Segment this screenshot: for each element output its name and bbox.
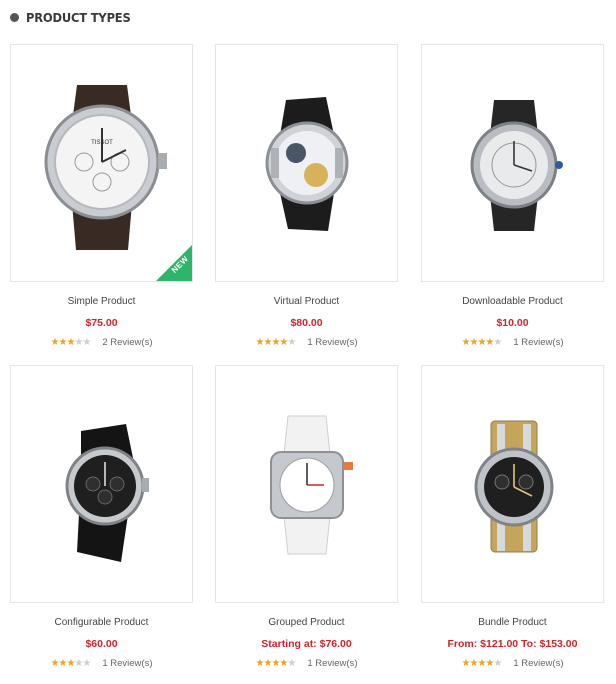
product-name[interactable]: Grouped Product [215,617,398,628]
product-card: Downloadable Product $10.00 ★ ★ ★ ★ ★ 1 Revi… [421,44,604,348]
star-icon: ★ [66,336,75,348]
star-icon: ★ [477,657,486,669]
reviews-link[interactable]: 1 Review(s) [307,658,357,669]
rating-stars: ★ ★ ★ ★ ★ [461,336,503,348]
star-icon: ★ [287,336,296,348]
product-name[interactable]: Simple Product [10,296,193,307]
star-icon: ★ [485,336,494,348]
product-rating: ★ ★ ★ ★ ★ 1 Review(s) [421,337,604,348]
star-icon: ★ [271,657,280,669]
star-icon: ★ [263,336,272,348]
star-icon: ★ [255,657,265,669]
star-icon: ★ [263,657,272,669]
star-icon: ★ [82,336,91,348]
product-price: $75.00 [85,317,118,329]
reviews-link[interactable]: 1 Review(s) [102,658,152,669]
star-icon: ★ [271,336,280,348]
star-icon: ★ [50,336,60,348]
star-icon: ★ [74,657,83,669]
svg-text:TISSOT: TISSOT [91,140,113,146]
product-card: Configurable Product $60.00 ★ ★ ★ ★ ★ 1 Revi… [10,365,193,669]
star-icon: ★ [485,657,494,669]
product-name[interactable]: Downloadable Product [421,296,604,307]
product-name[interactable]: Virtual Product [215,296,398,307]
product-price: $80.00 [290,317,323,329]
reviews-link[interactable]: 2 Review(s) [102,337,152,348]
product-price: $10.00 [496,317,529,329]
product-rating: ★ ★ ★ ★ ★ 1 Review(s) [215,658,398,669]
star-icon: ★ [255,336,265,348]
product-card: Virtual Product $80.00 ★ ★ ★ ★ ★ 1 Review(s) [215,44,398,348]
star-icon: ★ [461,336,471,348]
product-rating: ★ ★ ★ ★ ★ 1 Review(s) [10,658,193,669]
star-icon: ★ [58,657,67,669]
product-rating: ★ ★ ★ ★ ★ 2 Review(s) [10,337,193,348]
product-price: From: $121.00 To: $153.00 [447,638,578,650]
star-icon: ★ [58,336,67,348]
star-icon: ★ [82,657,91,669]
watch-image [270,415,353,555]
watch-image [470,100,563,231]
star-icon: ★ [469,657,478,669]
bullet-icon [10,12,19,22]
watch-image [65,424,149,562]
product-price: $60.00 [85,638,118,650]
product-rating: ★ ★ ★ ★ ★ 1 Review(s) [215,337,398,348]
star-icon: ★ [279,336,288,348]
product-image[interactable] [421,365,604,603]
reviews-link[interactable]: 1 Review(s) [513,658,563,669]
product-card: Bundle Product From: $121.00 To: $153.00… [421,365,604,669]
product-name[interactable]: Bundle Product [421,617,604,628]
star-icon: ★ [74,336,83,348]
rating-stars: ★ ★ ★ ★ ★ [50,336,92,348]
product-image[interactable] [10,365,193,603]
rating-stars: ★ ★ ★ ★ ★ [461,657,503,669]
product-image[interactable] [215,44,398,282]
product-image[interactable] [215,365,398,603]
star-icon: ★ [66,657,75,669]
product-image[interactable]: TISSOT NEW [10,44,193,282]
star-icon: ★ [279,657,288,669]
rating-stars: ★ ★ ★ ★ ★ [50,657,92,669]
star-icon: ★ [287,657,296,669]
section-header: PRODUCT TYPES [10,8,140,26]
watch-image [265,97,349,231]
star-icon: ★ [493,336,502,348]
reviews-link[interactable]: 1 Review(s) [307,337,357,348]
rating-stars: ★ ★ ★ ★ ★ [255,657,297,669]
product-rating: ★ ★ ★ ★ ★ 1 Review(s) [421,658,604,669]
product-name[interactable]: Configurable Product [10,617,193,628]
star-icon: ★ [493,657,502,669]
watch-image [474,420,554,553]
product-image[interactable] [421,44,604,282]
star-icon: ★ [469,336,478,348]
rating-stars: ★ ★ ★ ★ ★ [255,336,297,348]
star-icon: ★ [50,657,60,669]
product-card: TISSOT NEW Simple Product $75.00 ★ ★ ★ ★ ★ 2… [10,44,193,348]
star-icon: ★ [461,657,471,669]
product-price: Starting at: $76.00 [261,638,352,650]
section-title: PRODUCT TYPES [26,9,131,25]
star-icon: ★ [477,336,486,348]
reviews-link[interactable]: 1 Review(s) [513,337,563,348]
product-card: Grouped Product Starting at: $76.00 ★ ★ ★ ★… [215,365,398,669]
